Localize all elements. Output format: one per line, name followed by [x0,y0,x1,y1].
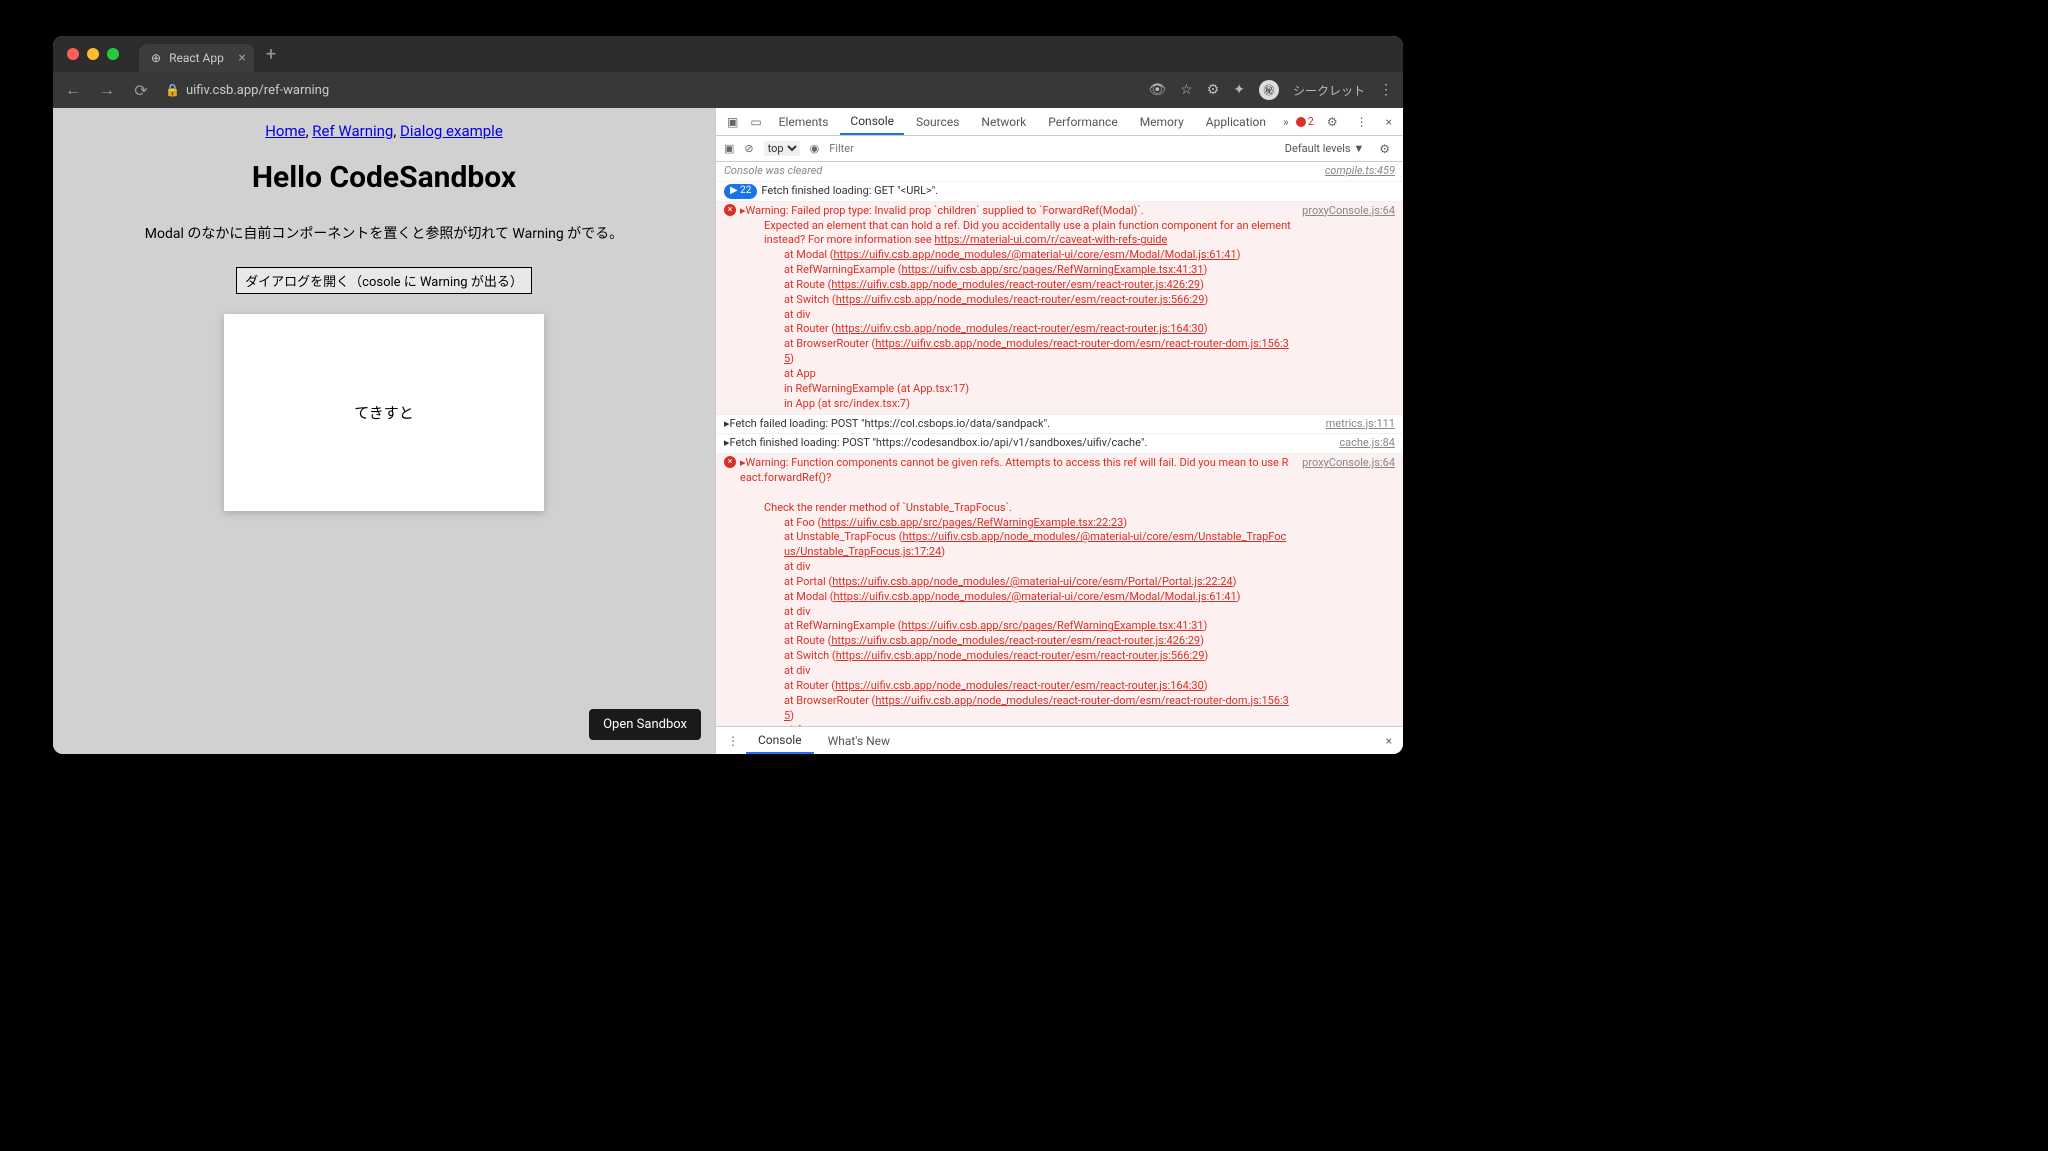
page-viewport: Home, Ref Warning, Dialog example Hello … [53,108,715,754]
console-settings-icon[interactable]: ⚙ [1374,142,1395,156]
lock-icon: 🔒 [165,83,180,97]
more-tabs-icon[interactable]: » [1278,115,1294,129]
inspect-icon[interactable]: ▣ [722,115,743,129]
back-button[interactable]: ← [63,80,83,100]
bookmark-icon[interactable]: ☆ [1180,82,1193,98]
tab-memory[interactable]: Memory [1130,108,1194,135]
page-description: Modal のなかに自前コンポーネントを置くと参照が切れて Warning がで… [53,223,715,243]
content-area: Home, Ref Warning, Dialog example Hello … [53,108,1403,754]
devtools-drawer-tabs: ⋮ Console What's New × [716,726,1403,754]
drawer-tab-whatsnew[interactable]: What's New [816,727,902,754]
log-levels-select[interactable]: Default levels ▼ [1285,142,1364,155]
open-sandbox-button[interactable]: Open Sandbox [589,709,701,740]
eye-icon[interactable]: ◉ [810,142,820,155]
tab-favicon: ⊕ [151,51,161,65]
tab-application[interactable]: Application [1196,108,1276,135]
close-devtools-icon[interactable]: × [1381,115,1397,129]
settings-icon[interactable]: ⚙ [1322,115,1343,129]
error-badge[interactable]: 2 [1296,115,1314,128]
console-output[interactable]: Console was clearedcompile.ts:459 ▶ 22Fe… [716,162,1403,726]
console-toolbar: ▣ ⊘ top ◉ Default levels ▼ ⚙ [716,136,1403,162]
address-bar: ← → ⟳ 🔒 uifiv.csb.app/ref-warning 👁 ☆ ⚙ … [53,72,1403,108]
console-row: ▸Fetch finished loading: POST "https://c… [716,434,1403,454]
devtools-panel: ▣ ▭ Elements Console Sources Network Per… [715,108,1403,754]
close-window-button[interactable] [67,48,79,60]
console-error-row: × ▸Warning: Function components cannot b… [716,454,1403,726]
tab-elements[interactable]: Elements [769,108,839,135]
console-row: ▸Fetch failed loading: POST "https://col… [716,415,1403,435]
clear-console-icon[interactable]: ⊘ [744,142,753,155]
kebab-icon[interactable]: ⋮ [1351,115,1373,129]
console-row: ▶ 22Fetch finished loading: GET "<URL>". [716,182,1403,202]
count-badge: ▶ 22 [724,184,757,199]
error-icon: × [724,204,736,216]
tab-title: React App [169,51,224,65]
open-dialog-button[interactable]: ダイアログを開く（cosole に Warning が出る） [236,267,532,294]
device-icon[interactable]: ▭ [745,115,766,129]
close-drawer-icon[interactable]: × [1381,734,1397,748]
profile-avatar[interactable]: ㊙ [1259,80,1279,100]
context-select[interactable]: top [764,141,800,156]
tab-sources[interactable]: Sources [906,108,969,135]
close-tab-icon[interactable]: × [238,50,245,66]
error-icon: × [724,456,736,468]
minimize-window-button[interactable] [87,48,99,60]
filter-input[interactable] [829,142,929,155]
traffic-lights [67,48,119,60]
modal-dialog: てきすと [224,314,544,511]
console-row: Console was clearedcompile.ts:459 [716,162,1403,182]
url-text: uifiv.csb.app/ref-warning [186,83,329,98]
link-home[interactable]: Home [265,122,305,140]
maximize-window-button[interactable] [107,48,119,60]
link-dialog-example[interactable]: Dialog example [400,122,503,140]
drawer-tab-console[interactable]: Console [746,727,814,754]
console-error-row: × ▸Warning: Failed prop type: Invalid pr… [716,202,1403,415]
browser-tab[interactable]: ⊕ React App × [139,44,254,72]
reload-button[interactable]: ⟳ [131,81,151,100]
sidebar-toggle-icon[interactable]: ▣ [724,142,734,155]
browser-window: ⊕ React App × + ← → ⟳ 🔒 uifiv.csb.app/re… [53,36,1403,754]
nav-links: Home, Ref Warning, Dialog example [53,122,715,140]
devtools-tabs: ▣ ▭ Elements Console Sources Network Per… [716,108,1403,136]
drawer-menu-icon[interactable]: ⋮ [722,734,744,748]
link-ref-warning[interactable]: Ref Warning [312,122,393,140]
page-heading: Hello CodeSandbox [53,160,715,195]
tab-network[interactable]: Network [971,108,1036,135]
extensions-icon[interactable]: ✦ [1233,82,1245,98]
tab-console[interactable]: Console [840,108,904,135]
eye-off-icon[interactable]: 👁 [1148,82,1166,98]
menu-icon[interactable]: ⋮ [1379,82,1393,98]
forward-button[interactable]: → [97,80,117,100]
titlebar: ⊕ React App × + [53,36,1403,72]
toolbar-right: 👁 ☆ ⚙ ✦ ㊙ シークレット ⋮ [1148,80,1393,100]
tab-performance[interactable]: Performance [1038,108,1127,135]
gear-icon[interactable]: ⚙ [1207,82,1220,98]
profile-label: シークレット [1293,82,1365,99]
url-input[interactable]: 🔒 uifiv.csb.app/ref-warning [165,83,1134,98]
new-tab-button[interactable]: + [266,44,276,65]
modal-text: てきすと [354,402,414,423]
